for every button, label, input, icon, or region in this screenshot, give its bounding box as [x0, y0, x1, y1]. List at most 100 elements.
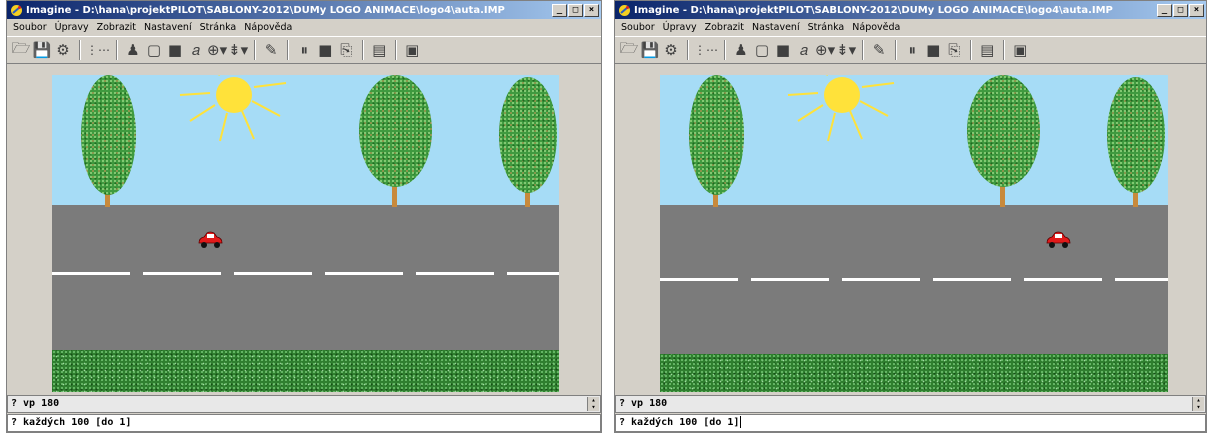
tree-crown	[1107, 77, 1165, 193]
history-text: ? vp 180	[619, 398, 668, 409]
stop-icon[interactable]: ■	[315, 39, 335, 61]
toolbar-separator	[395, 40, 398, 60]
tree-crown	[499, 77, 557, 193]
eraser-icon[interactable]: ✎	[261, 39, 281, 61]
eraser-icon[interactable]: ✎	[869, 39, 889, 61]
step-icon[interactable]: ⎘	[944, 39, 964, 61]
minimize-button[interactable]: _	[1157, 3, 1172, 17]
rectangle-icon[interactable]: ▢	[144, 39, 164, 61]
slider-icon[interactable]: ⇟▾	[228, 39, 248, 61]
work-area	[7, 65, 601, 395]
joystick-icon[interactable]: ⊕▾	[207, 39, 227, 61]
page-icon[interactable]: ▤	[977, 39, 997, 61]
close-button[interactable]: ×	[584, 3, 599, 17]
toolbar-separator	[116, 40, 118, 60]
text-caret	[740, 416, 742, 428]
page-icon[interactable]: ▤	[369, 39, 389, 61]
imagine-window-1: Imagine - D:\hana\projektPILOT\SABLONY-2…	[6, 0, 602, 433]
lane-dash	[1024, 278, 1102, 281]
toolbar-separator	[1003, 40, 1006, 60]
lane-dash	[842, 278, 920, 281]
panel-icon[interactable]: ▣	[1010, 39, 1030, 61]
panel-icon[interactable]: ▣	[402, 39, 422, 61]
toolbar-separator	[254, 40, 257, 60]
window-title: Imagine - D:\hana\projektPILOT\SABLONY-2…	[26, 4, 505, 16]
menu-soubor[interactable]: Soubor	[617, 22, 659, 33]
pause-icon[interactable]: ⏸	[294, 39, 314, 61]
lane-dash	[1115, 278, 1168, 281]
turtle-grid-icon[interactable]: ⋮⋯	[694, 39, 718, 61]
maximize-button[interactable]: □	[568, 3, 583, 17]
menu-upravy[interactable]: Úpravy	[51, 22, 93, 33]
slider-icon[interactable]: ⇟▾	[836, 39, 856, 61]
lane-dash	[933, 278, 1011, 281]
toolbar: 🗁 💾 ⚙ ⋮⋯ ♟ ▢ ■ 𝑎 ⊕▾ ⇟▾ ✎ ⏸ ■ ⎘ ▤ ▣	[7, 36, 601, 64]
menu-zobrazit[interactable]: Zobrazit	[93, 22, 140, 33]
joystick-icon[interactable]: ⊕▾	[815, 39, 835, 61]
filled-rectangle-icon[interactable]: ■	[165, 39, 185, 61]
open-icon[interactable]: 🗁	[619, 39, 639, 61]
history-line: ? vp 180 ▴ ▾	[615, 395, 1206, 413]
window-title: Imagine - D:\hana\projektPILOT\SABLONY-2…	[634, 4, 1113, 16]
lane-dash	[143, 272, 221, 275]
menu-stranka[interactable]: Stránka	[804, 22, 849, 33]
lane-dash	[416, 272, 494, 275]
print-icon[interactable]: ⚙	[53, 39, 73, 61]
imagine-app-icon	[619, 4, 630, 16]
toolbar-separator	[724, 40, 726, 60]
save-icon[interactable]: 💾	[32, 39, 52, 61]
command-input[interactable]: ? každých 100 [do 1]	[615, 414, 1206, 432]
menu-soubor[interactable]: Soubor	[9, 22, 51, 33]
history-text: ? vp 180	[11, 398, 60, 409]
save-icon[interactable]: 💾	[640, 39, 660, 61]
step-icon[interactable]: ⎘	[336, 39, 356, 61]
toolbar-separator	[862, 40, 865, 60]
menu-napoveda[interactable]: Nápověda	[848, 22, 904, 33]
open-icon[interactable]: 🗁	[11, 39, 31, 61]
history-scroll-spinner[interactable]: ▴ ▾	[587, 397, 599, 411]
pause-icon[interactable]: ⏸	[902, 39, 922, 61]
close-button[interactable]: ×	[1189, 3, 1204, 17]
menu-zobrazit[interactable]: Zobrazit	[701, 22, 748, 33]
red-car-turtle[interactable]	[196, 230, 224, 250]
lane-dash	[325, 272, 403, 275]
drawing-canvas[interactable]	[660, 75, 1168, 392]
stop-icon[interactable]: ■	[923, 39, 943, 61]
title-bar[interactable]: Imagine - D:\hana\projektPILOT\SABLONY-2…	[615, 1, 1206, 19]
filled-rectangle-icon[interactable]: ■	[773, 39, 793, 61]
sun-icon	[179, 75, 287, 142]
command-input[interactable]: ? každých 100 [do 1]	[7, 414, 601, 432]
work-area	[615, 65, 1206, 395]
rectangle-icon[interactable]: ▢	[752, 39, 772, 61]
turtle-icon[interactable]: ♟	[731, 39, 751, 61]
command-text: ? každých 100 [do 1]	[11, 417, 132, 428]
tree-crown	[81, 75, 136, 195]
grass-strip	[660, 354, 1168, 392]
command-text: ? každých 100 [do 1]	[619, 417, 740, 428]
tree-crown	[967, 75, 1040, 187]
menu-nastaveni[interactable]: Nastavení	[140, 22, 196, 33]
toolbar-separator	[895, 40, 898, 60]
menu-stranka[interactable]: Stránka	[196, 22, 241, 33]
print-icon[interactable]: ⚙	[661, 39, 681, 61]
title-bar[interactable]: Imagine - D:\hana\projektPILOT\SABLONY-2…	[7, 1, 601, 19]
menu-napoveda[interactable]: Nápověda	[240, 22, 296, 33]
menu-nastaveni[interactable]: Nastavení	[748, 22, 804, 33]
text-icon[interactable]: 𝑎	[186, 39, 206, 61]
history-scroll-spinner[interactable]: ▴ ▾	[1192, 397, 1204, 411]
history-line: ? vp 180 ▴ ▾	[7, 395, 601, 413]
turtle-grid-icon[interactable]: ⋮⋯	[86, 39, 110, 61]
menu-bar: Soubor Úpravy Zobrazit Nastavení Stránka…	[615, 19, 1206, 36]
imagine-app-icon	[11, 4, 22, 16]
minimize-button[interactable]: _	[552, 3, 567, 17]
red-car-turtle[interactable]	[1044, 230, 1072, 250]
lane-dash	[234, 272, 312, 275]
maximize-button[interactable]: □	[1173, 3, 1188, 17]
menu-upravy[interactable]: Úpravy	[659, 22, 701, 33]
text-icon[interactable]: 𝑎	[794, 39, 814, 61]
grass-strip	[52, 350, 559, 392]
tree-crown	[689, 75, 744, 195]
lane-dash	[660, 278, 738, 281]
turtle-icon[interactable]: ♟	[123, 39, 143, 61]
drawing-canvas[interactable]	[52, 75, 559, 392]
